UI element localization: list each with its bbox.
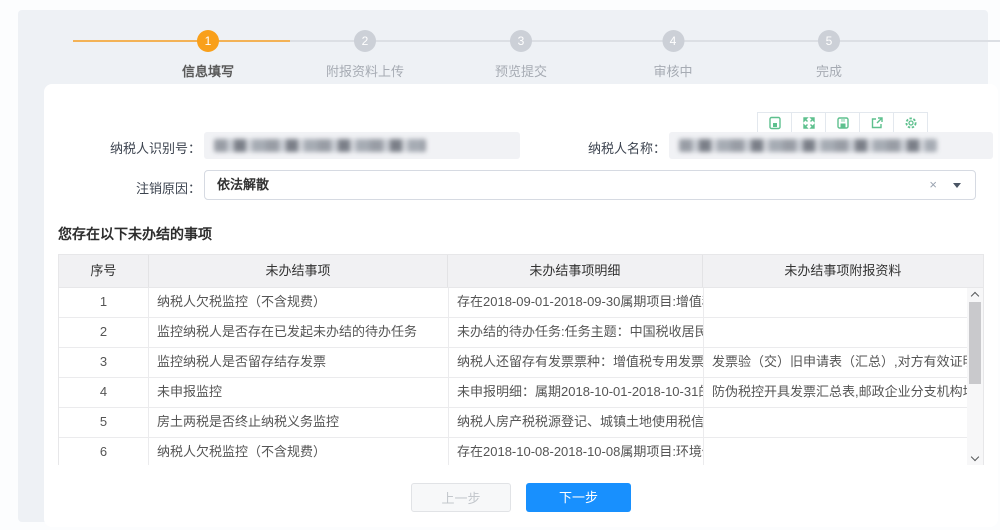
table-cell [704,288,969,317]
step-label: 信息填写 [182,61,234,80]
table-cell [704,408,969,437]
table-cell: 未申报明细：属期2018-10-01-2018-10-31的... [449,378,704,407]
table-cell: 1 [59,288,149,317]
step-circle: 3 [510,30,532,52]
step-circle: 1 [197,30,219,52]
table-header: 序号未办结事项未办结事项明细未办结事项附报资料 [59,255,983,288]
taxpayer-id-label: 纳税人识别号： [58,138,201,157]
chevron-down-icon[interactable] [953,183,961,188]
column-header: 未办结事项附报资料 [703,255,983,287]
table-cell: 4 [59,378,149,407]
table-cell: 纳税人还留存有发票票种：增值税专用发票（中... [449,348,704,377]
table-cell: 纳税人欠税监控（不含规费） [149,438,449,465]
clear-icon[interactable]: × [929,171,937,199]
dereg-reason-select[interactable]: 依法解散 × [204,170,976,200]
step-label: 审核中 [653,61,692,80]
column-header: 未办结事项 [149,255,448,287]
taxpayer-id-field [204,132,520,159]
table-cell: 监控纳税人是否存在已发起未办结的待办任务 [149,318,449,347]
step-3: 3 预览提交 [495,30,547,80]
table-cell: 监控纳税人是否留存结存发票 [149,348,449,377]
pending-items-table: 序号未办结事项未办结事项明细未办结事项附报资料 1纳税人欠税监控（不含规费）存在… [58,254,984,465]
page: 1信息填写2附报资料上传3预览提交4审核中5完成 纳税人识别号： 纳税人名称： … [0,0,1000,530]
step-4: 4 审核中 [653,30,692,80]
step-label: 完成 [816,61,842,80]
step-5: 5 完成 [816,30,842,80]
redacted-value [679,139,937,152]
next-step-button[interactable]: 下一步 [526,483,631,512]
redacted-value [214,139,426,152]
table-row: 5房土两税是否终止纳税义务监控纳税人房产税税源登记、城镇土地使用税信息未... [59,408,983,438]
table-row: 2监控纳税人是否存在已发起未办结的待办任务未办结的待办任务:任务主题：中国税收居… [59,318,983,348]
table-cell: 发票验（交）旧申请表（汇总）,对方有效证明,发... [704,348,969,377]
step-circle: 4 [662,30,684,52]
step-circle: 2 [354,30,376,52]
table-cell: 5 [59,408,149,437]
table-row: 6纳税人欠税监控（不含规费）存在2018-10-08-2018-10-08属期项… [59,438,983,465]
scroll-down-arrow[interactable] [967,451,983,464]
table-cell: 3 [59,348,149,377]
wizard-panel: 1信息填写2附报资料上传3预览提交4审核中5完成 纳税人识别号： 纳税人名称： … [18,10,988,522]
table-cell: 存在2018-10-08-2018-10-08属期项目:环境保... [449,438,704,465]
table-cell: 未申报监控 [149,378,449,407]
table-cell [704,438,969,465]
table-body: 1纳税人欠税监控（不含规费）存在2018-09-01-2018-09-30属期项… [59,288,983,465]
step-2: 2 附报资料上传 [326,30,404,80]
taxpayer-name-field [669,132,993,159]
table-cell: 未办结的待办任务:任务主题：中国税收居民身份... [449,318,704,347]
table-row: 3监控纳税人是否留存结存发票纳税人还留存有发票票种：增值税专用发票（中...发票… [59,348,983,378]
table-cell: 纳税人房产税税源登记、城镇土地使用税信息未... [449,408,704,437]
table-row: 1纳税人欠税监控（不含规费）存在2018-09-01-2018-09-30属期项… [59,288,983,318]
dereg-reason-label: 注销原因： [58,178,201,197]
table-scrollbar[interactable] [967,288,983,465]
step-1: 1 信息填写 [182,30,234,80]
table-cell: 2 [59,318,149,347]
taxpayer-name-label: 纳税人名称： [563,138,666,157]
table-cell: 6 [59,438,149,465]
prev-step-button[interactable]: 上一步 [411,483,511,512]
table-cell: 防伪税控开具发票汇总表,邮政企业分支机构增值... [704,378,969,407]
table-cell: 存在2018-09-01-2018-09-30属期项目:增值税... [449,288,704,317]
step-label: 预览提交 [495,61,547,80]
pending-items-title: 您存在以下未办结的事项 [58,224,212,244]
scroll-up-arrow[interactable] [967,289,983,302]
scrollbar-thumb[interactable] [969,302,981,384]
step-circle: 5 [818,30,840,52]
column-header: 序号 [59,255,149,287]
selected-option: 依法解散 [217,171,269,199]
table-row: 4未申报监控未申报明细：属期2018-10-01-2018-10-31的...防… [59,378,983,408]
step-label: 附报资料上传 [326,61,404,80]
table-cell: 纳税人欠税监控（不含规费） [149,288,449,317]
column-header: 未办结事项明细 [448,255,702,287]
table-cell: 房土两税是否终止纳税义务监控 [149,408,449,437]
table-cell [704,318,969,347]
